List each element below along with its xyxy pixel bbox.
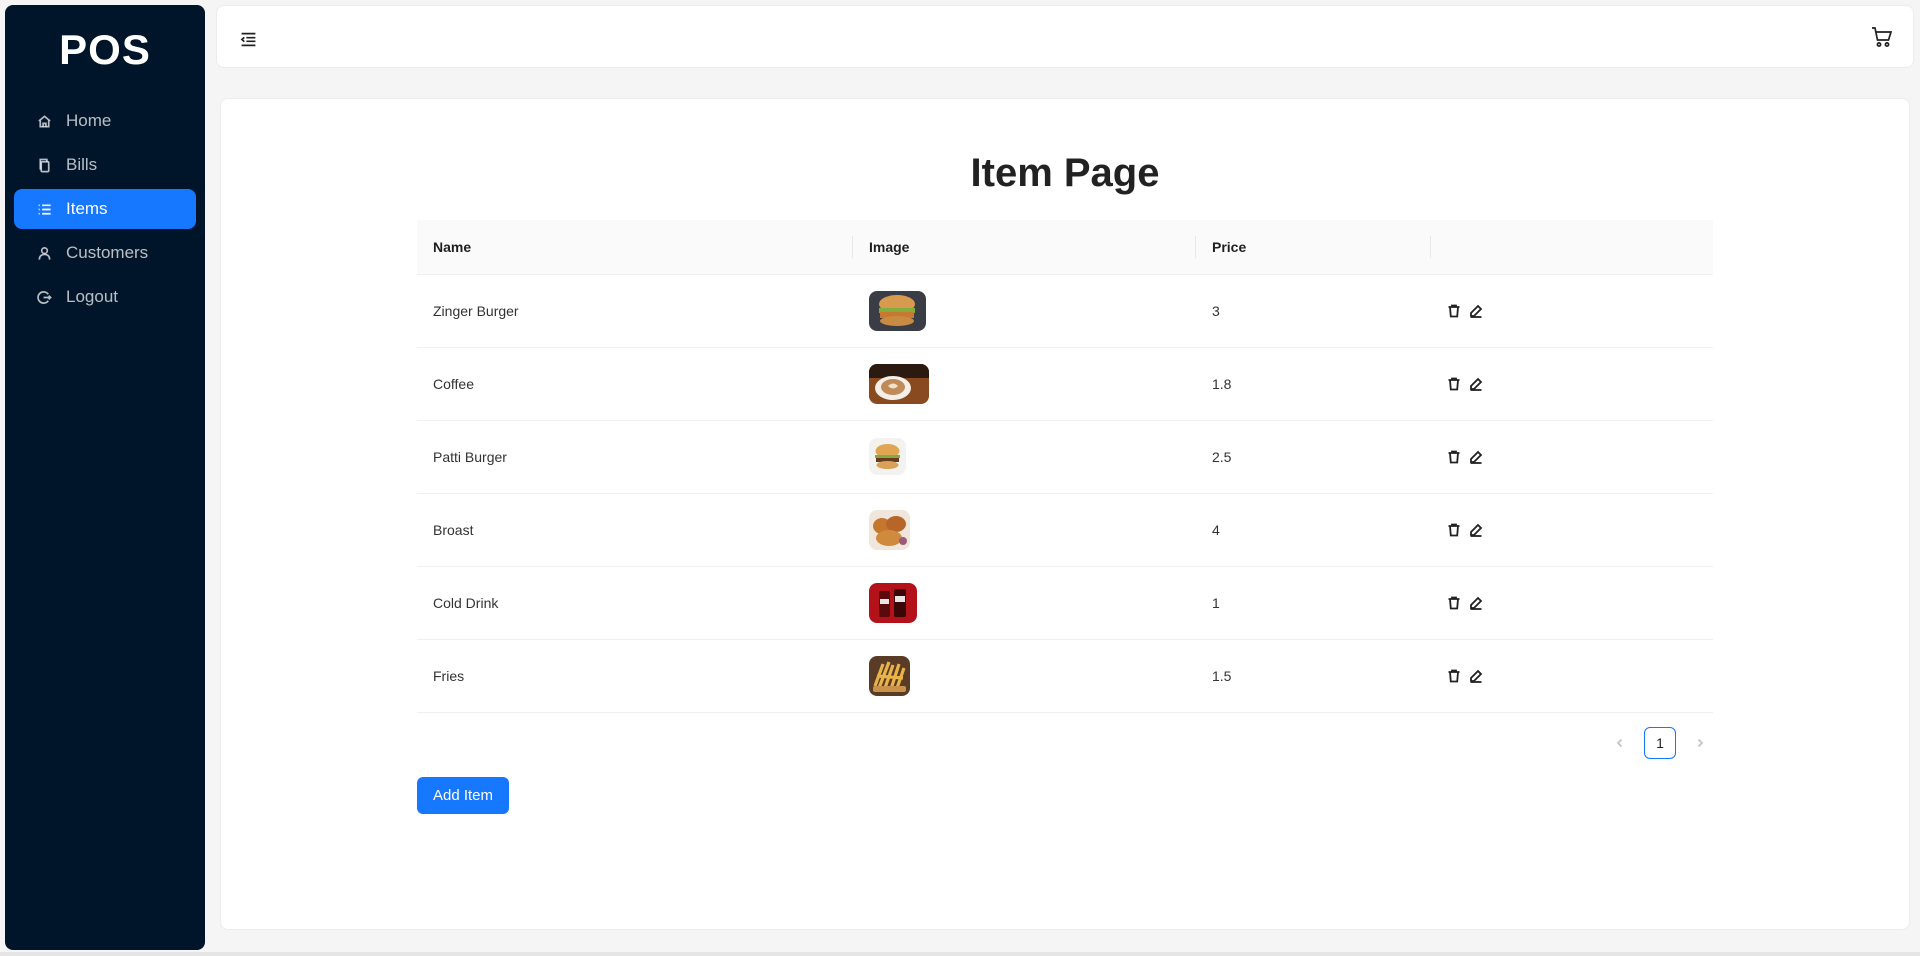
item-name: Coffee [417, 347, 853, 421]
item-name: Broast [417, 493, 853, 567]
add-item-button[interactable]: Add Item [417, 777, 509, 814]
item-price: 4 [1196, 493, 1431, 567]
table-row: Cold Drink 1 [417, 566, 1713, 640]
sidebar-item-label: Home [66, 111, 112, 130]
app-logo: POS [59, 26, 151, 73]
table-row: Patti Burger 2.5 [417, 420, 1713, 494]
patti-burger-image [869, 438, 906, 475]
sidebar-item-customers[interactable]: Customers [14, 233, 196, 273]
sidebar-item-label: Logout [66, 287, 118, 306]
list-icon [36, 201, 52, 217]
sidebar: POS Home Bills Items Customers Logout [5, 5, 205, 950]
delete-icon[interactable] [1447, 450, 1461, 464]
fries-image [869, 655, 910, 696]
user-icon [36, 245, 52, 261]
item-price: 2.5 [1196, 420, 1431, 494]
row-actions [1447, 304, 1713, 318]
delete-icon[interactable] [1447, 669, 1461, 683]
sidebar-item-items[interactable]: Items [14, 189, 196, 229]
edit-icon[interactable] [1469, 669, 1483, 683]
top-header [216, 5, 1914, 68]
sidebar-item-label: Items [66, 199, 108, 218]
row-actions [1447, 377, 1713, 391]
broast-image [869, 509, 910, 550]
sidebar-item-home[interactable]: Home [14, 101, 196, 141]
delete-icon[interactable] [1447, 377, 1461, 391]
main-content: Item Page Name Image Price Zinger Burger [220, 98, 1910, 930]
column-header-actions [1431, 220, 1713, 275]
table-row: Fries 1.5 [417, 639, 1713, 713]
item-name: Patti Burger [417, 420, 853, 494]
item-name: Cold Drink [417, 566, 853, 640]
table-header-row: Name Image Price [417, 220, 1713, 275]
column-header-name: Name [417, 220, 853, 275]
item-name: Fries [417, 639, 853, 713]
row-actions [1447, 523, 1713, 537]
table-row: Coffee 1.8 [417, 347, 1713, 421]
delete-icon[interactable] [1447, 596, 1461, 610]
prev-page-icon[interactable] [1610, 727, 1630, 759]
column-header-price: Price [1196, 220, 1431, 275]
row-actions [1447, 450, 1713, 464]
page-title: Item Page [970, 151, 1160, 195]
sidebar-item-label: Customers [66, 243, 149, 262]
item-name: Zinger Burger [417, 274, 853, 348]
sidebar-item-label: Bills [66, 155, 98, 174]
zinger-burger-image [869, 290, 926, 331]
item-price: 1.8 [1196, 347, 1431, 421]
table-row: Broast 4 [417, 493, 1713, 567]
item-price: 1 [1196, 566, 1431, 640]
row-actions [1447, 669, 1713, 683]
window-bottom-border [0, 952, 1920, 956]
items-table: Name Image Price Zinger Burger 3 Coffee … [417, 220, 1713, 713]
pagination: 1 [1610, 727, 1710, 759]
table-row: Zinger Burger 3 [417, 274, 1713, 348]
item-price: 3 [1196, 274, 1431, 348]
edit-icon[interactable] [1469, 304, 1483, 318]
coffee-image [869, 363, 929, 404]
home-icon [36, 113, 52, 129]
page-number-current[interactable]: 1 [1644, 727, 1676, 759]
next-page-icon[interactable] [1690, 727, 1710, 759]
delete-icon[interactable] [1447, 523, 1461, 537]
cold-drink-image [869, 582, 917, 623]
logout-icon [36, 289, 52, 305]
delete-icon[interactable] [1447, 304, 1461, 318]
sidebar-menu: Home Bills Items Customers Logout [5, 101, 205, 317]
edit-icon[interactable] [1469, 523, 1483, 537]
cart-icon[interactable] [1869, 24, 1895, 50]
sidebar-item-logout[interactable]: Logout [14, 277, 196, 317]
edit-icon[interactable] [1469, 377, 1483, 391]
column-header-image: Image [853, 220, 1196, 275]
menu-fold-icon[interactable] [239, 30, 257, 48]
row-actions [1447, 596, 1713, 610]
edit-icon[interactable] [1469, 450, 1483, 464]
edit-icon[interactable] [1469, 596, 1483, 610]
item-price: 1.5 [1196, 639, 1431, 713]
sidebar-item-bills[interactable]: Bills [14, 145, 196, 185]
copy-icon [36, 157, 52, 173]
